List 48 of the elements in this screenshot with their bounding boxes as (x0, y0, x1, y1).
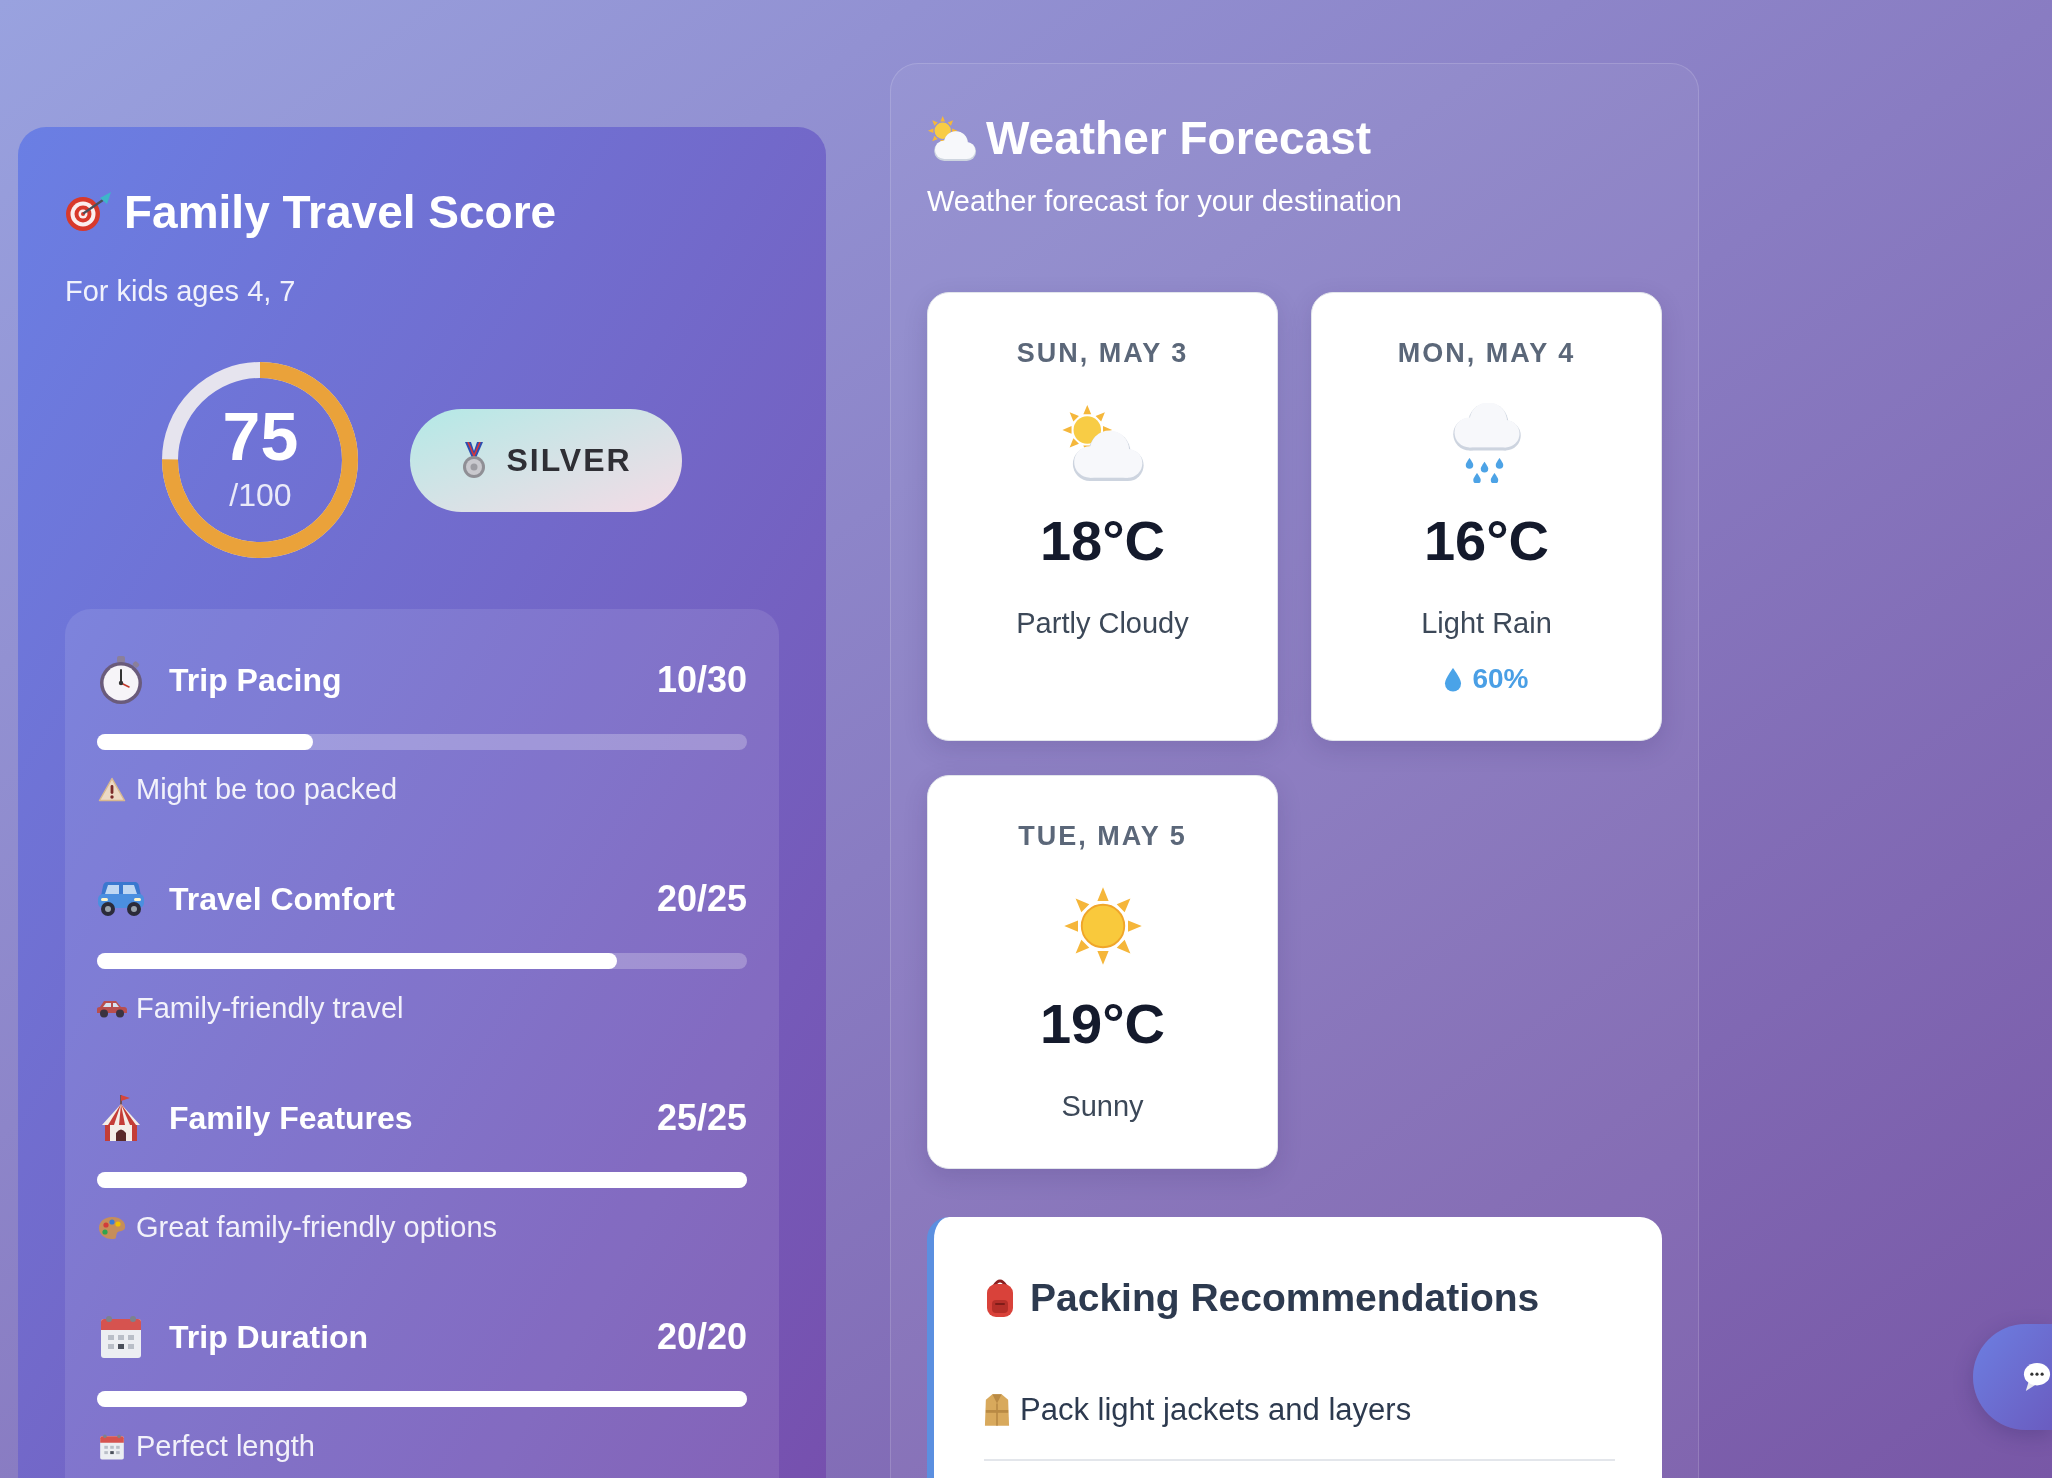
panel-title: Weather Forecast (986, 111, 1372, 165)
tier-label: SILVER (506, 442, 632, 478)
score-value: 75 (222, 402, 299, 470)
backpack-icon (984, 1277, 1016, 1318)
sun-icon (1062, 886, 1143, 966)
metric-score: 20/20 (656, 1316, 747, 1358)
forecast-condition: Partly Cloudy (1016, 606, 1189, 641)
metric-score: 25/25 (656, 1097, 747, 1139)
chat-button[interactable] (1973, 1324, 2052, 1430)
calendar-icon (99, 1433, 125, 1460)
circus-tent-icon (99, 1094, 143, 1142)
metric-score: 10/30 (656, 659, 747, 701)
panel-subtitle: Weather forecast for your destination (927, 184, 1402, 218)
sun-behind-cloud-icon (1060, 405, 1145, 481)
card-title: Family Travel Score (124, 185, 557, 239)
calendar-icon (99, 1315, 143, 1359)
forecast-date: MON, MAY 4 (1397, 337, 1576, 369)
card-subtitle: For kids ages 4, 7 (65, 274, 296, 308)
metric-note: Might be too packed (136, 772, 398, 807)
forecast-temperature: 19°C (1039, 992, 1166, 1056)
metric-label: Trip Pacing (169, 661, 342, 699)
stopwatch-icon (97, 656, 145, 704)
car-icon (97, 881, 145, 917)
forecast-temperature: 16°C (1423, 509, 1550, 573)
sun-behind-cloud-icon (927, 115, 977, 161)
forecast-date: SUN, MAY 3 (1016, 337, 1189, 369)
palette-icon (98, 1215, 126, 1240)
metric-note: Family-friendly travel (136, 991, 404, 1026)
car-icon (97, 999, 127, 1018)
coat-icon (984, 1392, 1010, 1427)
metric-label: Family Features (169, 1099, 413, 1137)
forecast-temperature: 18°C (1039, 509, 1166, 573)
forecast-condition: Sunny (1061, 1089, 1144, 1124)
forecast-condition: Light Rain (1421, 606, 1552, 641)
warning-icon (98, 777, 126, 802)
packing-item-text: Pack light jackets and layers (1020, 1391, 1412, 1428)
metric-label: Travel Comfort (169, 880, 395, 918)
droplet-icon (1444, 666, 1463, 692)
metric-note: Perfect length (136, 1429, 315, 1464)
forecast-date: TUE, MAY 5 (1018, 820, 1187, 852)
metric-label: Trip Duration (169, 1318, 369, 1356)
packing-title: Packing Recommendations (1030, 1275, 1540, 1321)
speech-bubble-icon (2023, 1362, 2051, 1392)
metric-note: Great family-friendly options (136, 1210, 498, 1245)
precipitation-chance: 60% (1472, 662, 1529, 696)
metric-score: 20/25 (656, 878, 747, 920)
dart-target-icon (65, 192, 113, 232)
score-max: /100 (229, 478, 292, 512)
